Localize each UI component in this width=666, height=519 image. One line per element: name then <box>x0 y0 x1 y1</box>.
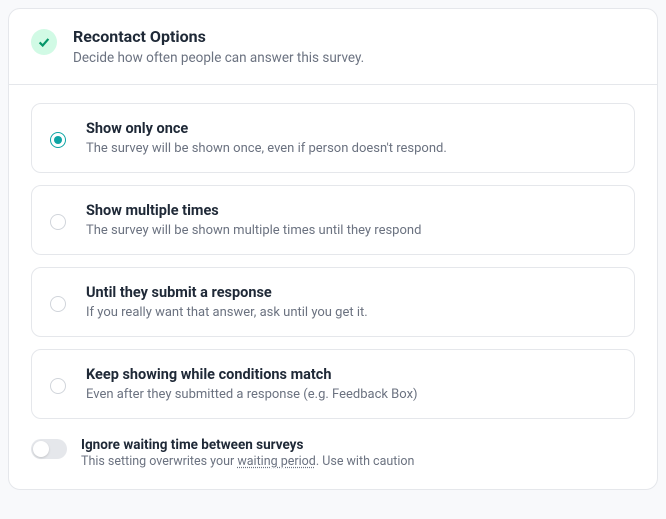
option-title: Show multiple times <box>86 202 421 219</box>
option-show-multiple-times[interactable]: Show multiple times The survey will be s… <box>31 185 635 255</box>
option-text: Show multiple times The survey will be s… <box>86 202 421 238</box>
option-title: Until they submit a response <box>86 284 368 301</box>
option-description: The survey will be shown once, even if p… <box>86 141 447 156</box>
ignore-waiting-row: Ignore waiting time between surveys This… <box>31 437 635 469</box>
ignore-waiting-toggle[interactable] <box>31 439 67 459</box>
option-keep-showing[interactable]: Keep showing while conditions match Even… <box>31 349 635 419</box>
option-title: Show only once <box>86 120 447 137</box>
option-description: Even after they submitted a response (e.… <box>86 387 418 402</box>
option-text: Show only once The survey will be shown … <box>86 120 447 156</box>
radio-icon <box>50 296 66 312</box>
footer-text: Ignore waiting time between surveys This… <box>81 437 414 469</box>
radio-icon <box>50 214 66 230</box>
option-show-only-once[interactable]: Show only once The survey will be shown … <box>31 103 635 173</box>
option-description: The survey will be shown multiple times … <box>86 223 421 238</box>
option-until-response[interactable]: Until they submit a response If you real… <box>31 267 635 337</box>
card-title: Recontact Options <box>73 27 364 46</box>
header-text: Recontact Options Decide how often peopl… <box>73 27 364 66</box>
footer-description: This setting overwrites your waiting per… <box>81 454 414 469</box>
option-title: Keep showing while conditions match <box>86 366 418 383</box>
option-text: Keep showing while conditions match Even… <box>86 366 418 402</box>
card-header: Recontact Options Decide how often peopl… <box>9 9 657 85</box>
card-subtitle: Decide how often people can answer this … <box>73 50 364 66</box>
option-description: If you really want that answer, ask unti… <box>86 305 368 320</box>
option-text: Until they submit a response If you real… <box>86 284 368 320</box>
footer-title: Ignore waiting time between surveys <box>81 437 414 453</box>
waiting-period-link[interactable]: waiting period <box>237 454 316 469</box>
check-icon <box>31 29 57 55</box>
recontact-options-card: Recontact Options Decide how often peopl… <box>8 8 658 490</box>
radio-icon <box>50 132 66 148</box>
card-body: Show only once The survey will be shown … <box>9 85 657 489</box>
radio-icon <box>50 378 66 394</box>
